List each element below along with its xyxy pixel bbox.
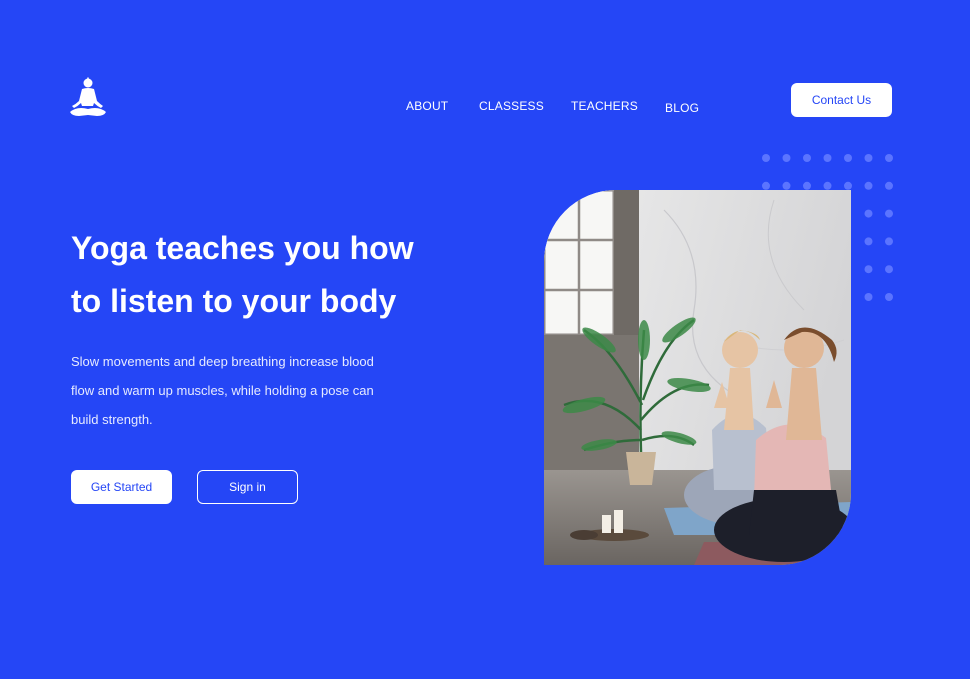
decorative-dot <box>823 181 832 190</box>
decorative-dot <box>864 154 873 162</box>
nav-link-classess[interactable]: CLASSESS <box>479 99 544 113</box>
decorative-dot <box>885 181 893 190</box>
description-line-3: build strength. <box>71 412 153 427</box>
hero-yoga-image <box>544 190 851 565</box>
decorative-dot <box>803 181 811 190</box>
decorative-dot <box>762 154 770 162</box>
headline-line-2: to listen to your body <box>71 283 397 319</box>
headline-line-1: Yoga teaches you how <box>71 230 414 266</box>
hero-description: Slow movements and deep breathing increa… <box>71 347 401 434</box>
nav-link-blog[interactable]: BLOG <box>665 101 699 115</box>
decorative-dot <box>885 154 893 162</box>
decorative-dot <box>864 209 873 218</box>
decorative-dot <box>864 293 873 301</box>
decorative-dot <box>762 181 770 190</box>
get-started-button[interactable]: Get Started <box>71 470 172 504</box>
decorative-dot <box>823 154 832 162</box>
decorative-dot <box>864 181 873 190</box>
sign-in-button[interactable]: Sign in <box>197 470 298 504</box>
decorative-dot <box>844 154 852 162</box>
decorative-dot <box>844 181 852 190</box>
decorative-dot <box>803 154 811 162</box>
decorative-dot <box>864 237 873 246</box>
contact-us-button[interactable]: Contact Us <box>791 83 892 117</box>
decorative-dot <box>885 265 893 274</box>
decorative-dot <box>885 209 893 218</box>
decorative-dot <box>864 265 873 274</box>
description-line-1: Slow movements and deep breathing increa… <box>71 354 374 369</box>
hero-headline: Yoga teaches you how to listen to your b… <box>71 222 451 328</box>
decorative-dot <box>885 237 893 246</box>
nav-link-teachers[interactable]: TEACHERS <box>571 99 638 113</box>
meditation-logo-icon[interactable] <box>67 76 109 120</box>
description-line-2: flow and warm up muscles, while holding … <box>71 383 374 398</box>
decorative-dot <box>782 154 791 162</box>
decorative-dot <box>782 181 791 190</box>
nav-link-about[interactable]: ABOUT <box>406 99 448 113</box>
decorative-dot <box>885 293 893 301</box>
